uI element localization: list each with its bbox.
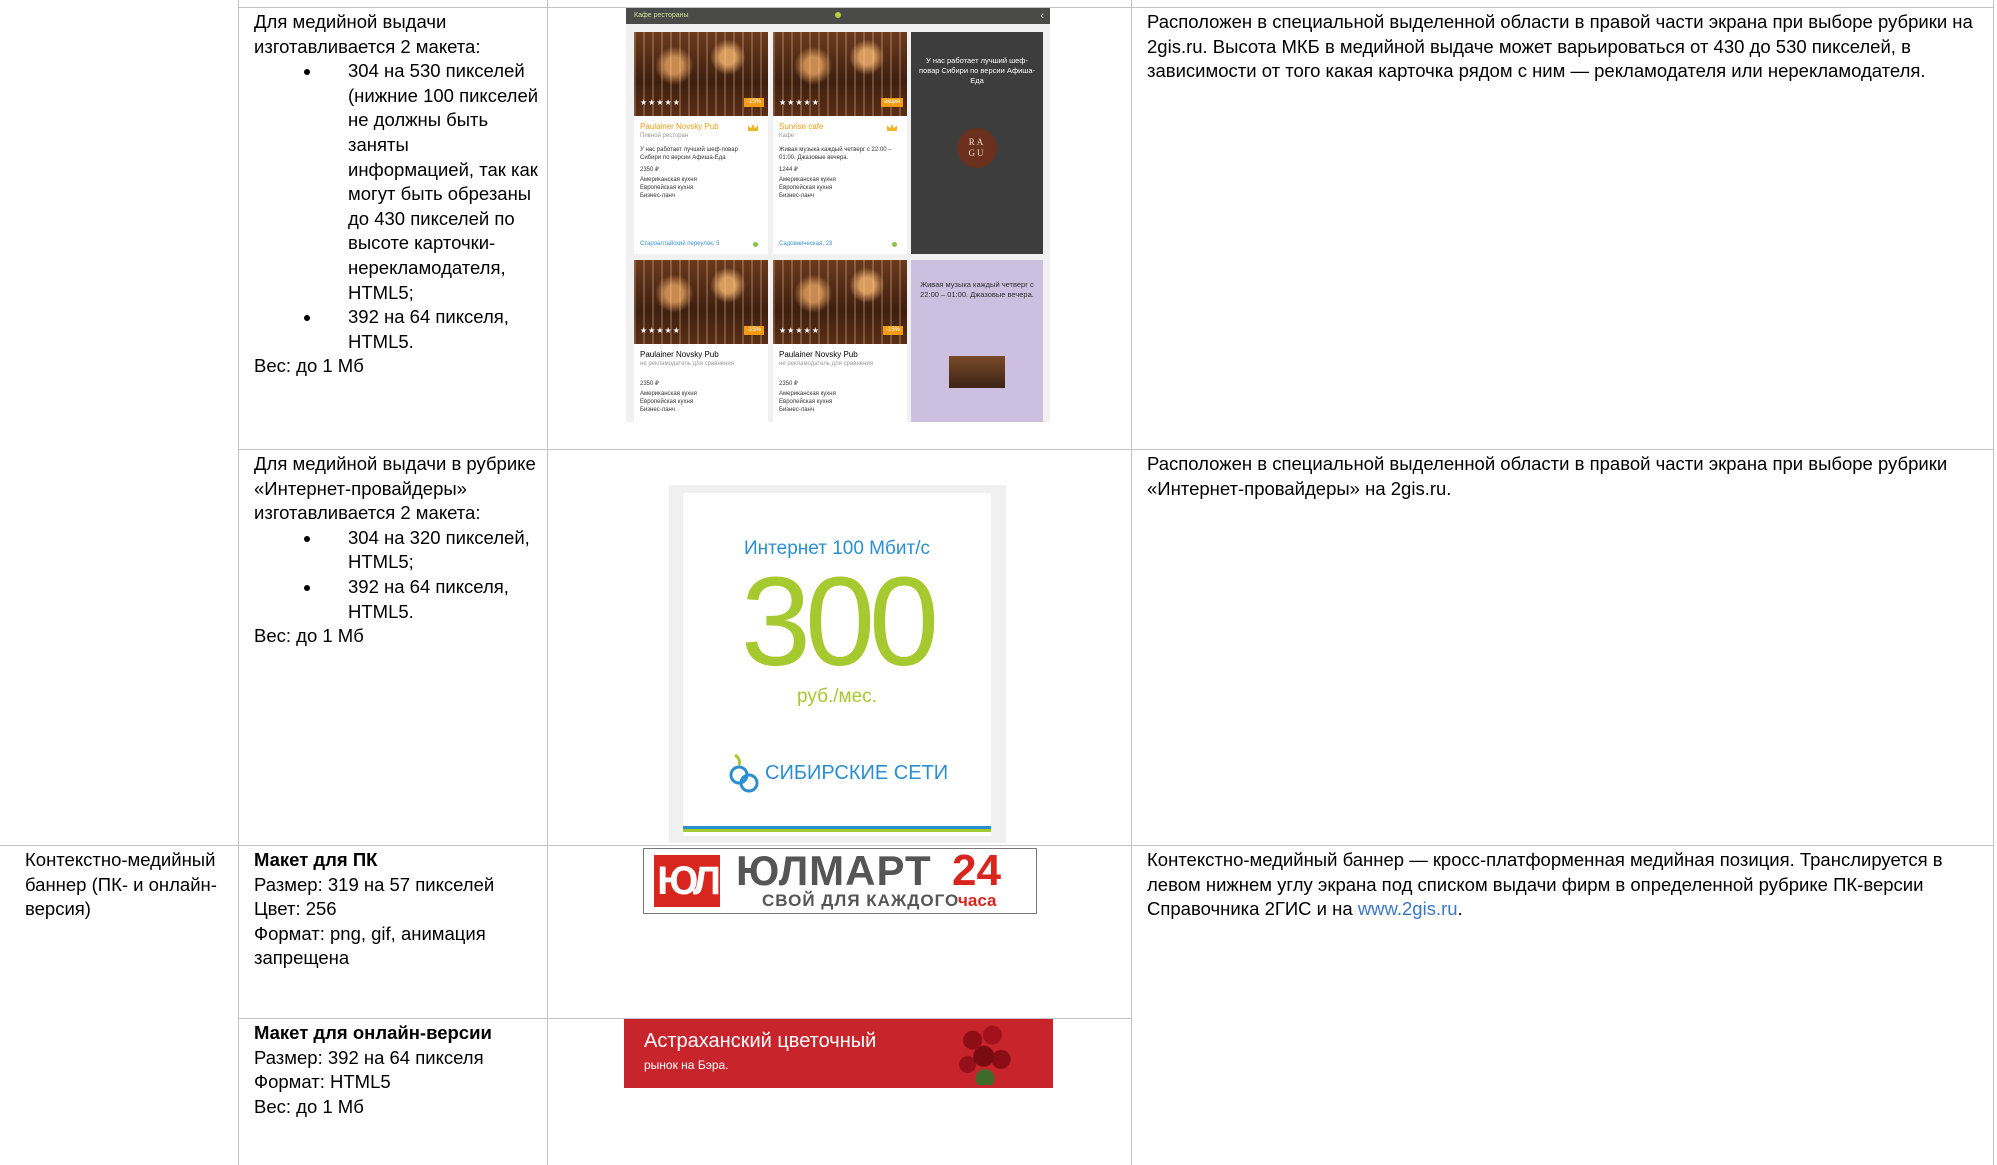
row2-format-list: 304 на 320 пикселей, HTML5; 392 на 64 пи…: [254, 526, 539, 624]
card-text: У нас работает лучший шеф-повар Сибири п…: [640, 147, 738, 161]
kmb-description: Контекстно-медийный баннер — кросс-платф…: [1147, 849, 1943, 920]
mockup-top-bar: Кафе рестораны ‹: [626, 8, 1050, 24]
crown-icon: [748, 124, 758, 131]
mkb-ad-text: У нас работает лучший шеф-повар Сибири п…: [919, 56, 1035, 85]
isp-brand: СИБИРСКИЕ СЕТИ: [765, 762, 949, 784]
2gis-link[interactable]: www.2gis.ru: [1358, 898, 1458, 919]
card-cuisine: Американская кухня Европейская кухня Биз…: [640, 177, 697, 199]
list-item: 304 на 530 пикселей (нижние 100 пикселей…: [254, 59, 539, 305]
chevron-left-icon: ‹: [1040, 10, 1044, 22]
flower-banner-subtitle: рынок на Бэра.: [644, 1058, 729, 1072]
kmb-description-end: .: [1457, 898, 1463, 920]
rating-stars: ★★★★★: [779, 326, 820, 335]
pc-layout-cell: Макет для ПК Размер: 319 на 57 пикселей …: [254, 848, 539, 971]
rating-stars: ★★★★★: [779, 98, 820, 107]
row1-description-cell: Расположен в специальной выделенной обла…: [1147, 11, 1973, 82]
mkb-ad-lilac: Живая музыка каждый четверг с 22:00 – 01…: [911, 260, 1043, 422]
pc-color: Цвет: 256: [254, 898, 337, 920]
pc-format: Формат: png, gif, анимация запрещена: [254, 922, 486, 969]
discount-badge: -15%: [743, 98, 764, 107]
card-text: Живая музыка каждый четверг с 22:00 – 01…: [779, 147, 892, 161]
table-border: [1131, 0, 1132, 1165]
ulmart-logo-icon: ЮЛ: [654, 855, 721, 907]
ulmart-name: ЮЛМАРТ: [736, 847, 932, 894]
row3-description-cell: Контекстно-медийный баннер — кросс-платф…: [1147, 848, 1977, 922]
online-format: Формат: HTML5: [254, 1071, 391, 1093]
mkb-ad-image: [949, 356, 1005, 388]
rating-stars: ★★★★★: [640, 98, 681, 107]
isp-price: 300: [740, 551, 939, 692]
card-title: Paulainer Novsky Pub: [640, 122, 719, 131]
pc-layout-heading: Макет для ПК: [254, 849, 378, 870]
discount-badge: акция: [881, 98, 903, 107]
card-price: 1244 ₽: [779, 167, 798, 173]
row1-format-list: 304 на 530 пикселей (нижние 100 пикселей…: [254, 59, 539, 354]
card-subtitle: Пивной ресторан: [640, 133, 689, 139]
list-item: 392 на 64 пикселя, HTML5.: [254, 305, 539, 354]
table-border: [547, 0, 548, 1165]
card-cuisine: Американская кухня Европейская кухня Биз…: [640, 391, 697, 413]
card-subtitle: не рекламодатель для сравнения: [640, 361, 735, 367]
company-card: ★★★★★ -15% Paulainer Novsky Pub Пивной р…: [634, 32, 768, 254]
isp-banner: Интернет 100 Мбит/с 300 руб./мес. СИБИРС…: [669, 485, 1006, 843]
crown-icon: [887, 124, 897, 131]
rating-stars: ★★★★★: [640, 326, 681, 335]
row2-weight: Вес: до 1 Мб: [254, 625, 364, 647]
status-dot: [753, 242, 758, 247]
table-border: [238, 7, 1994, 8]
row2-description-cell: Расположен в специальной выделенной обла…: [1147, 453, 1948, 499]
company-card: ★★★★★ акция Sunrise cafe Кафе Живая музы…: [773, 32, 907, 254]
flower-banner-title: Астраханский цветочный: [644, 1030, 877, 1052]
discount-badge: -15%: [743, 326, 764, 335]
table-border: [238, 0, 239, 1165]
online-layout-cell: Макет для онлайн-версии Размер: 392 на 6…: [254, 1021, 539, 1119]
ulmart-hours: часа: [958, 891, 997, 910]
ragu-logo: RA GU: [957, 128, 997, 168]
company-card: ★★★★★ -15% Paulainer Novsky Pub не рекла…: [773, 260, 907, 422]
online-layout-heading: Макет для онлайн-версии: [254, 1022, 492, 1043]
row1-intro: Для медийной выдачи изготавливается 2 ма…: [254, 11, 481, 57]
row2-intro: Для медийной выдачи в рубрике «Интернет-…: [254, 453, 536, 524]
card-subtitle: не рекламодатель для сравнения: [779, 361, 874, 367]
table-border: [1993, 0, 1994, 1165]
card-price: 2350 ₽: [779, 381, 798, 387]
ulmart-slogan: СВОЙ ДЛЯ КАЖДОГО: [762, 891, 960, 910]
row1-weight: Вес: до 1 Мб: [254, 355, 364, 377]
card-title: Paulainer Novsky Pub: [779, 350, 858, 359]
discount-badge: -15%: [882, 326, 903, 335]
flower-market-banner: Астраханский цветочный рынок на Бэра.: [624, 1019, 1053, 1088]
card-subtitle: Кафе: [779, 133, 795, 139]
card-cuisine: Американская кухня Европейская кухня Биз…: [779, 391, 836, 413]
table-border: [238, 449, 1994, 450]
card-price: 2350 ₽: [640, 167, 659, 173]
row1-format-cell: Для медийной выдачи изготавливается 2 ма…: [254, 10, 539, 379]
row3-type-cell: Контекстно-медийный баннер (ПК- и онлайн…: [25, 849, 217, 920]
sibirskie-seti-logo-icon: [729, 753, 759, 793]
status-dot: [892, 242, 897, 247]
card-title: Sunrise cafe: [779, 122, 824, 131]
online-weight: Вес: до 1 Мб: [254, 1095, 364, 1117]
card-title: Paulainer Novsky Pub: [640, 350, 719, 359]
card-price: 2350 ₽: [640, 381, 659, 387]
mkb-ad-dark: У нас работает лучший шеф-повар Сибири п…: [911, 32, 1043, 254]
ulmart-banner: ЮЛ ЮЛМАРТ СВОЙ ДЛЯ КАЖДОГО 24 часа: [643, 848, 1037, 914]
isp-price-unit: руб./мес.: [797, 686, 877, 707]
location-pin-icon: [835, 12, 841, 18]
list-item: 304 на 320 пикселей, HTML5;: [254, 526, 539, 575]
mkb-screenshot: Кафе рестораны ‹ ★★★★★ -15% Paulainer No…: [626, 8, 1050, 422]
ulmart-24: 24: [952, 846, 1001, 895]
pc-size: Размер: 319 на 57 пикселей: [254, 873, 495, 895]
rose-bouquet-image: [954, 1021, 1016, 1085]
card-address: Садовническая, 23: [779, 241, 833, 247]
list-item: 392 на 64 пикселя, HTML5.: [254, 575, 539, 624]
card-cuisine: Американская кухня Европейская кухня Биз…: [779, 177, 836, 199]
mkb-ad-text: Живая музыка каждый четверг с 22:00 – 01…: [920, 280, 1034, 299]
mockup-bar-title: Кафе рестораны: [634, 12, 689, 19]
online-size: Размер: 392 на 64 пикселя: [254, 1046, 484, 1068]
company-card: ★★★★★ -15% Paulainer Novsky Pub не рекла…: [634, 260, 768, 422]
isp-banner-body: Интернет 100 Мбит/с 300 руб./мес. СИБИРС…: [683, 493, 991, 836]
card-address: Староалтайский переулок, 5: [640, 241, 720, 247]
row2-format-cell: Для медийной выдачи в рубрике «Интернет-…: [254, 452, 539, 649]
isp-stripe: [683, 829, 991, 832]
